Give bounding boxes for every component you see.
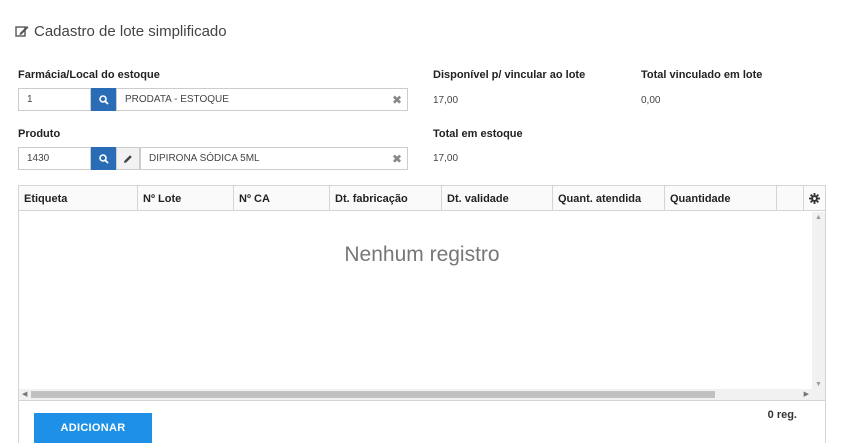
horizontal-scrollbar[interactable]: ◀ ▶ — [19, 389, 825, 400]
column-ca[interactable]: Nº CA — [234, 186, 330, 211]
search-icon — [98, 94, 109, 105]
product-name-text: DIPIRONA SÓDICA 5ML — [149, 153, 260, 164]
lots-grid: Etiqueta Nº Lote Nº CA Dt. fabricação Dt… — [18, 185, 826, 401]
add-button[interactable]: ADICIONAR — [34, 413, 152, 443]
pencil-icon — [124, 154, 132, 163]
product-label: Produto — [18, 128, 61, 140]
clear-location-icon[interactable]: ✖ — [392, 94, 402, 106]
edit-icon — [15, 26, 29, 37]
product-edit-button[interactable] — [116, 147, 140, 170]
linked-value: 0,00 — [641, 95, 661, 106]
available-value: 17,00 — [433, 95, 459, 106]
scroll-right-icon[interactable]: ▶ — [804, 390, 809, 398]
product-name-field[interactable]: DIPIRONA SÓDICA 5ML ✖ — [140, 147, 408, 170]
column-validade[interactable]: Dt. validade — [442, 186, 553, 211]
column-quantidade[interactable]: Quantidade — [665, 186, 777, 211]
clear-product-icon[interactable]: ✖ — [392, 153, 402, 165]
page-title-text: Cadastro de lote simplificado — [34, 23, 227, 40]
search-icon — [98, 153, 109, 164]
scroll-up-icon[interactable]: ▲ — [815, 214, 822, 221]
vertical-scrollbar[interactable]: ▲ ▼ — [812, 212, 825, 390]
stock-label: Total em estoque — [433, 128, 523, 140]
stock-value: 17,00 — [433, 153, 459, 164]
location-label: Farmácia/Local do estoque — [18, 69, 160, 81]
gear-icon — [809, 193, 820, 204]
column-quant-atendida[interactable]: Quant. atendida — [553, 186, 665, 211]
scroll-down-icon[interactable]: ▼ — [815, 381, 822, 388]
column-lote[interactable]: Nº Lote — [138, 186, 234, 211]
location-search-button[interactable] — [91, 88, 116, 111]
product-code-input[interactable]: 1430 — [18, 147, 91, 170]
location-name-text: PRODATA - ESTOQUE — [125, 94, 229, 105]
column-etiqueta[interactable]: Etiqueta — [19, 186, 138, 211]
location-code-input[interactable]: 1 — [18, 88, 91, 111]
horizontal-scroll-thumb[interactable] — [31, 391, 715, 398]
scroll-left-icon[interactable]: ◀ — [22, 390, 27, 398]
grid-header: Etiqueta Nº Lote Nº CA Dt. fabricação Dt… — [19, 186, 825, 211]
linked-label: Total vinculado em lote — [641, 69, 763, 81]
column-fabricacao[interactable]: Dt. fabricação — [330, 186, 442, 211]
product-search-button[interactable] — [91, 147, 116, 170]
grid-footer: ADICIONAR 0 reg. — [18, 401, 826, 443]
empty-message: Nenhum registro — [344, 243, 500, 266]
grid-settings-button[interactable] — [803, 186, 825, 211]
page-title: Cadastro de lote simplificado — [15, 23, 227, 40]
available-label: Disponível p/ vincular ao lote — [433, 69, 586, 81]
record-count: 0 reg. — [767, 409, 797, 421]
location-name-field[interactable]: PRODATA - ESTOQUE ✖ — [116, 88, 408, 111]
